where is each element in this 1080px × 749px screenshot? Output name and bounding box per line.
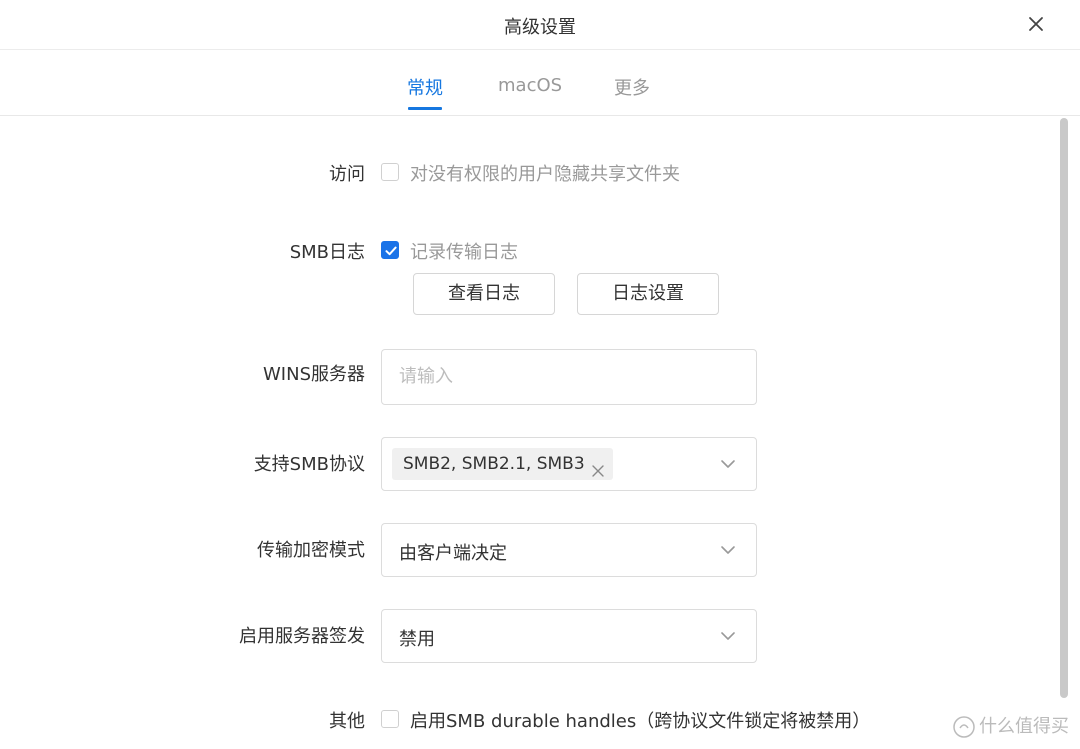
smb-protocol-tag: SMB2, SMB2.1, SMB3: [392, 448, 613, 480]
smb-protocol-select[interactable]: SMB2, SMB2.1, SMB3: [381, 437, 757, 491]
durable-handles-label: 启用SMB durable handles（跨协议文件锁定将被禁用）: [410, 711, 871, 732]
tab-bar: 常规 macOS 更多: [0, 50, 1080, 116]
dialog-title: 高级设置: [504, 17, 576, 38]
log-settings-button[interactable]: 日志设置: [577, 273, 719, 315]
hide-shared-folders-label: 对没有权限的用户隐藏共享文件夹: [410, 164, 680, 185]
wins-server-field: [381, 349, 757, 405]
wins-server-input[interactable]: [399, 364, 729, 388]
access-label: 访问: [329, 164, 365, 185]
view-log-button[interactable]: 查看日志: [413, 273, 555, 315]
close-icon: [1029, 17, 1043, 31]
remove-tag-button[interactable]: [591, 457, 605, 477]
smzdm-logo-icon: [953, 716, 975, 738]
smb-protocol-label: 支持SMB协议: [253, 454, 365, 475]
smb-protocol-tag-text: SMB2, SMB2.1, SMB3: [403, 454, 585, 474]
chevron-down-icon: [721, 460, 735, 468]
durable-handles-checkbox[interactable]: [381, 710, 399, 728]
record-transfer-log-label: 记录传输日志: [410, 242, 518, 263]
other-label: 其他: [329, 711, 365, 732]
encryption-mode-label: 传输加密模式: [257, 540, 365, 561]
smb-log-label: SMB日志: [289, 242, 365, 263]
watermark-text: 什么值得买: [979, 716, 1069, 737]
encryption-mode-select[interactable]: 由客户端决定: [381, 523, 757, 577]
tab-macos[interactable]: macOS: [498, 75, 562, 106]
server-signing-select[interactable]: 禁用: [381, 609, 757, 663]
checkmark-icon: [385, 246, 397, 256]
dialog-header: 高级设置: [0, 0, 1080, 50]
scrollbar[interactable]: [1060, 118, 1068, 698]
settings-panel: 访问 对没有权限的用户隐藏共享文件夹 SMB日志 记录传输日志 查看日志 日志设…: [0, 116, 1080, 749]
hide-shared-folders-checkbox[interactable]: [381, 163, 399, 181]
chevron-down-icon: [721, 632, 735, 640]
record-transfer-log-checkbox[interactable]: [381, 241, 399, 259]
close-icon: [591, 465, 604, 477]
tab-more[interactable]: 更多: [614, 74, 650, 110]
close-button[interactable]: [1026, 14, 1046, 34]
server-signing-label: 启用服务器签发: [239, 626, 365, 647]
watermark: 什么值得买: [953, 712, 1069, 738]
encryption-mode-value: 由客户端决定: [399, 543, 507, 564]
server-signing-value: 禁用: [399, 629, 435, 650]
wins-server-label: WINS服务器: [263, 364, 365, 385]
tab-general[interactable]: 常规: [407, 74, 443, 110]
chevron-down-icon: [721, 546, 735, 554]
